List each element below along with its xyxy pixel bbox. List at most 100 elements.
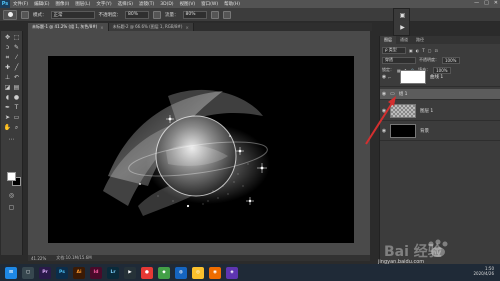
filter-shape-icon[interactable]: ▢ [428, 48, 432, 53]
layer-name: 曲线 1 [430, 75, 444, 80]
menu-layer[interactable]: 图层(L) [72, 1, 93, 7]
path-select-icon[interactable]: ➤ [3, 113, 12, 122]
taskbar-app-ai[interactable]: Ai [73, 266, 85, 279]
media-player-icon[interactable]: ▶ [124, 266, 136, 279]
filter-smart-icon[interactable]: ⊡ [435, 48, 438, 53]
layer-filter-row: ρ 类型 ▣ ◐ T ▢ ⊡ [382, 46, 499, 54]
play-actions-icon[interactable]: ▶ [398, 23, 407, 32]
document-size: 文档:10.1M/15.6M [56, 255, 92, 260]
tab-paths[interactable]: 路径 [412, 36, 428, 44]
menu-view[interactable]: 视图(V) [177, 1, 199, 7]
taskbar-app-ps[interactable]: Ps [56, 266, 68, 279]
minimize-button[interactable]: — [474, 0, 479, 6]
close-tab-icon[interactable]: × [100, 25, 103, 30]
file-explorer-icon[interactable]: ▢ [22, 266, 34, 279]
blend-mode-select[interactable]: 穿透 [382, 56, 416, 64]
menu-edit[interactable]: 编辑(E) [31, 1, 52, 7]
layer-kind-filter[interactable]: ρ 类型 [382, 46, 406, 54]
filter-type-icon[interactable]: T [422, 48, 424, 53]
zoom-level[interactable]: 41.22% [31, 256, 46, 261]
doc-tab-label: 未标题-2 @ 66.6% (图层 1, RGB/8#) [112, 24, 183, 29]
screen-mode-icon[interactable]: ▢ [7, 203, 16, 212]
hand-tool-icon[interactable]: ✋ [3, 123, 12, 132]
app-green-icon[interactable]: ◆ [158, 266, 170, 279]
brush-panel-toggle-icon[interactable] [21, 10, 29, 19]
taskbar-app-lr[interactable]: Lr [107, 266, 119, 279]
marquee-tool-icon[interactable]: ⬚ [12, 33, 21, 42]
brush-tool-icon[interactable]: ╱ [12, 63, 21, 72]
airbrush-icon[interactable] [210, 10, 219, 19]
chrome-icon[interactable]: ◎ [192, 266, 204, 279]
app-red-icon[interactable]: ● [141, 266, 153, 279]
menu-window[interactable]: 窗口(W) [198, 1, 221, 7]
layers-panel-tabs: 图层 通道 路径 [380, 36, 500, 44]
flow-input[interactable]: 80% [182, 10, 207, 19]
clone-stamp-icon[interactable]: ⊥ [3, 73, 12, 82]
collapsed-panel-icons: ▣ ▶ [393, 8, 410, 36]
nebula-artwork [103, 89, 270, 216]
menu-type[interactable]: 文字(Y) [93, 1, 114, 7]
doc-tab-active[interactable]: 未标题-1 @ 41.2% (组 1, 灰色/8#) × [28, 23, 109, 31]
pressure-opacity-icon[interactable] [153, 10, 161, 19]
close-button[interactable]: ✕ [494, 0, 498, 6]
eyedropper-icon[interactable]: ⁄ [12, 53, 21, 62]
opacity-input[interactable]: 80% [125, 10, 149, 19]
pressure-size-icon[interactable] [222, 10, 231, 19]
menu-image[interactable]: 图像(I) [52, 1, 72, 7]
quick-select-icon[interactable]: ✎ [12, 43, 21, 52]
filter-adjust-icon[interactable]: ◐ [416, 48, 420, 53]
canvas-area [28, 31, 370, 255]
visibility-eye-icon[interactable]: ◉ [380, 74, 388, 80]
system-clock[interactable]: 1:50 2020/4/26 [473, 266, 494, 276]
healing-brush-icon[interactable]: ✚ [3, 63, 12, 72]
dodge-tool-icon[interactable]: ● [12, 93, 21, 102]
maximize-button[interactable]: □ [484, 0, 489, 6]
firefox-icon[interactable]: ◉ [209, 266, 221, 279]
tab-layers[interactable]: 图层 [380, 36, 396, 44]
start-button[interactable]: ⊞ [5, 266, 17, 279]
eraser-tool-icon[interactable]: ◪ [3, 83, 12, 92]
taskbar: ⊞ ▢ Pr Ps Ai Id Lr ▶ ● ◆ ◍ ◎ ◉ ◈ 1:50 20… [0, 264, 500, 281]
tab-channels[interactable]: 通道 [396, 36, 412, 44]
menu-3d[interactable]: 3D(D) [157, 2, 176, 7]
doc-tab[interactable]: 未标题-2 @ 66.6% (图层 1, RGB/8#) × [108, 23, 194, 31]
history-icon[interactable]: ▣ [398, 11, 407, 20]
tools-panel: ✥ ⬚ ↄ ✎ ⌗ ⁄ ✚ ╱ ⊥ ↶ ◪ ▤ ◖ ● ✒ T ➤ ▭ ✋ ⌕ … [1, 31, 23, 255]
pen-tool-icon[interactable]: ✒ [3, 103, 12, 112]
options-bar: 模式： 正常 不透明度： 80% 流量： 80% [0, 8, 500, 22]
qq-icon[interactable]: ◍ [175, 266, 187, 279]
document-canvas[interactable] [48, 56, 354, 243]
more-tools-icon[interactable]: ⋯ [7, 135, 16, 144]
shape-tool-icon[interactable]: ▭ [12, 113, 21, 122]
menu-filter[interactable]: 滤镜(T) [136, 1, 157, 7]
zoom-tool-icon[interactable]: ⌕ [12, 123, 21, 132]
lasso-tool-icon[interactable]: ↄ [3, 43, 12, 52]
status-bar: 41.22% 文档:10.1M/15.6M [28, 255, 370, 261]
quick-mask-icon[interactable]: ◎ [7, 191, 16, 200]
mode-label: 模式： [33, 12, 47, 18]
history-brush-icon[interactable]: ↶ [12, 73, 21, 82]
app-purple-icon[interactable]: ◈ [226, 266, 238, 279]
close-tab-icon[interactable]: × [185, 25, 188, 30]
brush-preset-picker[interactable] [3, 9, 17, 20]
menu-help[interactable]: 帮助(H) [221, 1, 243, 7]
menu-file[interactable]: 文件(F) [10, 1, 31, 7]
taskbar-app-id[interactable]: Id [90, 266, 102, 279]
layer-name: 图层 1 [420, 109, 434, 114]
annotation-arrow [365, 96, 396, 145]
filter-pixel-icon[interactable]: ▣ [409, 48, 413, 53]
layer-opacity-input[interactable]: 100% [442, 56, 460, 64]
document-tabs: 未标题-1 @ 41.2% (组 1, 灰色/8#) × 未标题-2 @ 66.… [28, 23, 372, 31]
type-tool-icon[interactable]: T [12, 103, 21, 112]
blur-tool-icon[interactable]: ◖ [3, 93, 12, 102]
clock-date: 2020/4/26 [473, 271, 494, 276]
gradient-tool-icon[interactable]: ▤ [12, 83, 21, 92]
taskbar-app-pr[interactable]: Pr [39, 266, 51, 279]
layer-row-curves[interactable]: ◉ ⌐ 曲线 1 [380, 68, 500, 87]
brush-icon [7, 12, 13, 17]
move-tool-icon[interactable]: ✥ [3, 33, 12, 42]
foreground-color-swatch[interactable] [7, 172, 16, 181]
menu-select[interactable]: 选择(S) [115, 1, 136, 7]
crop-tool-icon[interactable]: ⌗ [3, 53, 12, 62]
mode-select[interactable]: 正常 [50, 10, 95, 19]
